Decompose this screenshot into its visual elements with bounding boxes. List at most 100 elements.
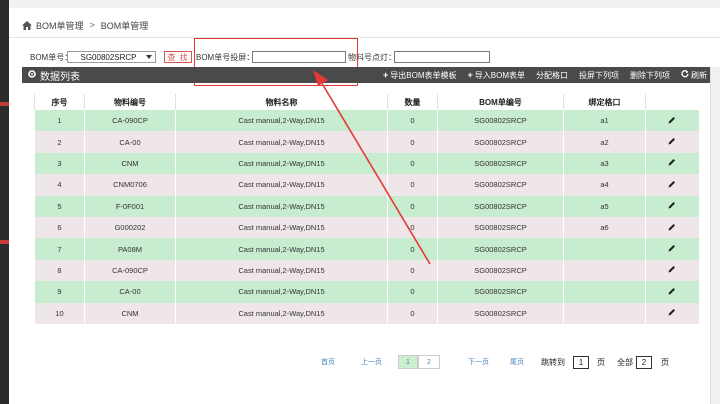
table-row[interactable]: 10 CNM Cast manual,2-Way,DN15 0 SG00802SRCP <box>34 302 699 324</box>
jump-label: 跳转到 <box>541 357 565 367</box>
cell-action <box>645 131 699 153</box>
cell-quantity: 0 <box>387 110 438 132</box>
left-sidebar <box>0 0 9 404</box>
cell-material-name: Cast manual,2-Way,DN15 <box>175 131 388 153</box>
cell-material-name: Cast manual,2-Way,DN15 <box>175 302 388 324</box>
cell-index: 1 <box>34 110 85 132</box>
table-row[interactable]: 2 CA-00 Cast manual,2-Way,DN15 0 SG00802SRCP… <box>34 131 699 153</box>
cell-quantity: 0 <box>387 174 438 196</box>
edit-pencil-icon[interactable] <box>668 308 676 318</box>
first-page-link[interactable]: 首页 <box>321 357 335 367</box>
total-label: 全部 <box>617 357 633 367</box>
cell-material-name: Cast manual,2-Way,DN15 <box>175 238 388 260</box>
breadcrumb-current: BOM单管理 <box>100 20 149 31</box>
cell-material-code: F-0F001 <box>84 195 176 217</box>
refresh-icon <box>681 70 689 80</box>
refresh-button[interactable]: 刷新 <box>681 70 707 81</box>
cell-bom-code: SG00802SRCP <box>437 238 564 260</box>
cell-slot: a2 <box>563 131 646 153</box>
prev-page-link[interactable]: 上一页 <box>361 357 382 367</box>
data-list-toolbar: 数据列表 + 导出BOM表单模板 + 导入BOM表单 分配格口 投屏下列项 删除下列… <box>22 67 720 83</box>
cell-action <box>645 238 699 260</box>
jump-page-input[interactable]: 1 <box>573 355 589 369</box>
edit-pencil-icon[interactable] <box>668 201 676 211</box>
table-row[interactable]: 9 CA-00 Cast manual,2-Way,DN15 0 SG00802SRCP <box>34 281 699 303</box>
table-row[interactable]: 3 CNM Cast manual,2-Way,DN15 0 SG00802SRCP a3 <box>34 152 699 175</box>
cell-slot <box>563 259 646 282</box>
edit-pencil-icon[interactable] <box>668 180 676 190</box>
cell-index: 10 <box>34 302 85 324</box>
table-row[interactable]: 8 CA-090CP Cast manual,2-Way,DN15 0 SG00802S… <box>34 259 699 282</box>
cell-material-code: CNM <box>84 302 176 324</box>
cell-slot: a4 <box>563 174 646 196</box>
cell-quantity: 0 <box>387 238 438 260</box>
edit-pencil-icon[interactable] <box>668 158 676 168</box>
cell-bom-code: SG00802SRCP <box>437 281 564 303</box>
import-bom-button[interactable]: + 导入BOM表单 <box>468 70 526 81</box>
cell-action <box>645 110 699 132</box>
bom-filter: BOM单号： <box>30 50 72 64</box>
vertical-scrollbar[interactable] <box>710 67 720 404</box>
chevron-down-icon <box>146 55 152 59</box>
export-template-button[interactable]: + 导出BOM表单模板 <box>383 70 457 81</box>
edit-pencil-icon[interactable] <box>668 265 676 275</box>
edit-pencil-icon[interactable] <box>668 223 676 233</box>
edit-pencil-icon[interactable] <box>668 287 676 297</box>
delete-items-button[interactable]: 删除下列项 <box>630 70 670 81</box>
light-input[interactable] <box>394 51 490 63</box>
col-header-quantity[interactable]: 数量 <box>387 94 438 110</box>
cell-bom-code: SG00802SRCP <box>437 195 564 217</box>
table-row[interactable]: 1 CA-090CP Cast manual,2-Way,DN15 0 SG00802S… <box>34 110 699 132</box>
table-header-row: 序号 物料编号 物料名称 数量 BOM单编号 绑定格口 <box>34 94 699 110</box>
assign-slot-button[interactable]: 分配格口 <box>536 70 568 81</box>
sidebar-marker <box>0 102 9 106</box>
col-header-slot[interactable]: 绑定格口 <box>563 94 646 110</box>
light-input-wrap <box>394 50 490 64</box>
last-page-link[interactable]: 尾页 <box>510 357 524 367</box>
page-1-button[interactable]: 1 <box>398 355 418 369</box>
cell-slot: a1 <box>563 110 646 132</box>
bom-label: BOM单号： <box>30 52 73 62</box>
bom-select[interactable]: SG00802SRCP <box>67 51 156 63</box>
main-panel: BOM单管理 > BOM单管理 BOM单号： SG00802SRCP 查 找 B… <box>9 0 720 404</box>
next-page-link[interactable]: 下一页 <box>468 357 489 367</box>
home-icon[interactable] <box>22 20 32 30</box>
cell-material-code: CNM0706 <box>84 174 176 196</box>
edit-pencil-icon[interactable] <box>668 137 676 147</box>
cell-material-name: Cast manual,2-Way,DN15 <box>175 216 388 239</box>
cell-index: 3 <box>34 152 85 175</box>
cell-material-code: PA08M <box>84 238 176 260</box>
cell-slot <box>563 238 646 260</box>
cell-index: 9 <box>34 281 85 303</box>
cell-slot: a5 <box>563 195 646 217</box>
cell-action <box>645 174 699 196</box>
search-button[interactable]: 查 找 <box>164 51 192 63</box>
export-template-label: 导出BOM表单模板 <box>390 70 457 80</box>
cell-material-name: Cast manual,2-Way,DN15 <box>175 152 388 175</box>
data-list-title: 数据列表 <box>22 68 80 83</box>
page-2-button[interactable]: 2 <box>418 355 440 369</box>
table-row[interactable]: 6 G000202 Cast manual,2-Way,DN15 0 SG00802SR… <box>34 216 699 239</box>
table-row[interactable]: 7 PA08M Cast manual,2-Way,DN15 0 SG00802SRCP <box>34 238 699 260</box>
edit-pencil-icon[interactable] <box>668 244 676 254</box>
cell-material-code: G000202 <box>84 216 176 239</box>
cell-slot: a3 <box>563 152 646 175</box>
cell-bom-code: SG00802SRCP <box>437 174 564 196</box>
refresh-label: 刷新 <box>691 70 707 80</box>
total-pages-box: 2 <box>636 355 652 369</box>
col-header-bom-code[interactable]: BOM单编号 <box>437 94 564 110</box>
cell-quantity: 0 <box>387 302 438 324</box>
col-header-action <box>645 94 699 110</box>
col-header-material-name[interactable]: 物料名称 <box>175 94 388 110</box>
breadcrumb-root[interactable]: BOM单管理 <box>36 19 84 32</box>
edit-pencil-icon[interactable] <box>668 116 676 126</box>
cell-quantity: 0 <box>387 259 438 282</box>
cell-material-name: Cast manual,2-Way,DN15 <box>175 174 388 196</box>
col-header-material-code[interactable]: 物料编号 <box>84 94 176 110</box>
cell-index: 5 <box>34 195 85 217</box>
table-row[interactable]: 4 CNM0706 Cast manual,2-Way,DN15 0 SG00802SR… <box>34 174 699 196</box>
project-items-button[interactable]: 投屏下列项 <box>579 70 619 81</box>
table-row[interactable]: 5 F-0F001 Cast manual,2-Way,DN15 0 SG00802SR… <box>34 195 699 217</box>
cell-slot <box>563 302 646 324</box>
col-header-index[interactable]: 序号 <box>34 94 85 110</box>
